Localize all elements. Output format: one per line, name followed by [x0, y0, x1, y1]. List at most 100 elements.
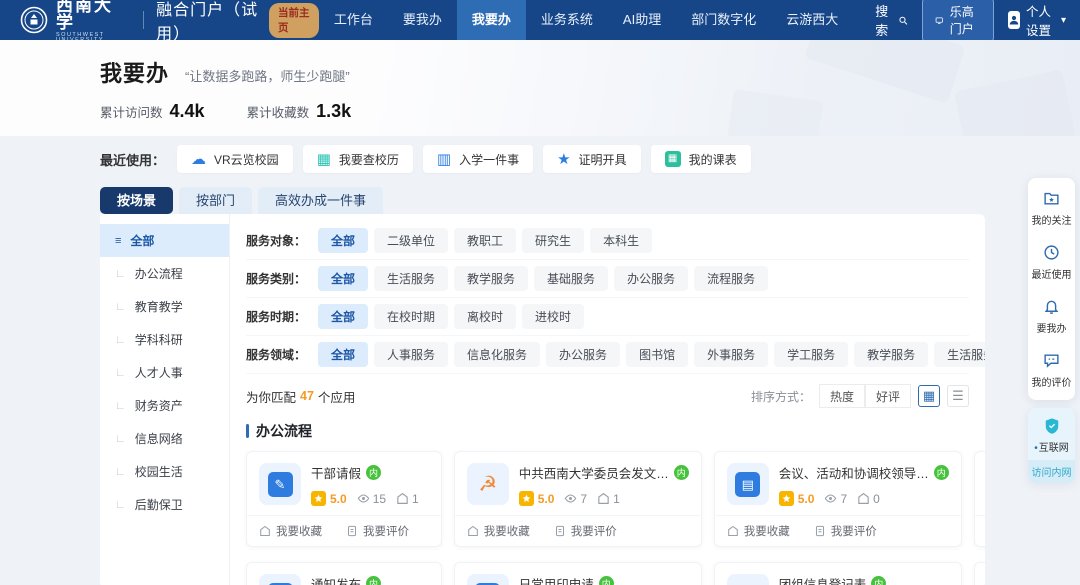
app-icon-tile: ☭	[467, 463, 509, 505]
nav-item[interactable]: 我要办	[457, 0, 526, 40]
nav-item[interactable]: 要我办	[388, 0, 457, 40]
stat-value: 1.3k	[316, 101, 351, 122]
category-item[interactable]: 办公流程	[100, 257, 229, 290]
shield-icon	[1043, 417, 1061, 435]
filter-chip[interactable]: 信息化服务	[454, 342, 540, 367]
filter-chip[interactable]: 生活服务	[374, 266, 448, 291]
nav-item[interactable]: AI助理	[608, 0, 676, 40]
app-card[interactable]: ♟ 团组信息登记表 内 5.0 6 0	[714, 562, 962, 585]
nav-item[interactable]: 业务系统	[526, 0, 608, 40]
search-icon	[898, 13, 908, 28]
category-icon	[115, 400, 126, 412]
floating-sidebar: 我的关注 最近使用 要我办 我的评价 •互联网 访问内网	[1028, 178, 1075, 483]
category-icon	[115, 466, 126, 478]
filter-chip[interactable]: 二级单位	[374, 228, 448, 253]
filter-chip[interactable]: 学工服务	[774, 342, 848, 367]
category-label: 学科科研	[135, 331, 183, 348]
search-button[interactable]: 搜索	[875, 1, 908, 39]
category-item[interactable]: 后勤保卫	[100, 488, 229, 521]
filter-chip[interactable]: 基础服务	[534, 266, 608, 291]
favorite-count: 1	[613, 492, 620, 506]
sort-option[interactable]: 好评	[865, 384, 911, 408]
review-button[interactable]: 我要评价	[814, 523, 877, 539]
app-card[interactable]: ▤ 会议、活动和协调校领导… 内 5.0 7 0	[714, 451, 962, 547]
grid-view-button[interactable]: ▦	[918, 385, 940, 407]
lego-portal-button[interactable]: 乐高门户	[922, 0, 994, 42]
category-item[interactable]: 校园生活	[100, 455, 229, 488]
filter-chip[interactable]: 教职工	[454, 228, 516, 253]
filter-chip[interactable]: 离校时	[454, 304, 516, 329]
filter-chip[interactable]: 人事服务	[374, 342, 448, 367]
main-column: 服务对象： 全部 二级单位 教职工 研究生 本科生 服务类别： 全部 生活服务 …	[230, 214, 985, 585]
app-card[interactable]: ✎ 签报拟稿 内 5.0 6 0	[974, 562, 985, 585]
app-card[interactable]: ☭ 中共西南大学委员会发文… 内 5.0 7 1	[454, 451, 702, 547]
filter-chip[interactable]: 外事服务	[694, 342, 768, 367]
filter-chip[interactable]: 全部	[318, 228, 368, 253]
personal-settings-menu[interactable]: 个人设置 ▾	[1008, 1, 1066, 39]
access-intranet-button[interactable]: 访问内网	[1028, 460, 1075, 483]
float-bar-label: 最近使用	[1032, 266, 1072, 281]
app-icon-tile: ✎	[259, 463, 301, 505]
filter-chip[interactable]: 教学服务	[854, 342, 928, 367]
float-bar-label: 要我办	[1037, 320, 1067, 335]
nav-item[interactable]: 部门数字化	[676, 0, 771, 40]
category-item[interactable]: 人才人事	[100, 356, 229, 389]
tab[interactable]: 按场景	[100, 187, 173, 214]
review-button[interactable]: 我要评价	[346, 523, 409, 539]
collect-icon	[597, 492, 610, 505]
eye-icon	[357, 492, 370, 505]
filter-chip[interactable]: 图书馆	[626, 342, 688, 367]
float-bar-item[interactable]: 我的关注	[1028, 181, 1075, 235]
float-bar-item[interactable]: 最近使用	[1028, 235, 1075, 289]
recent-app-chip[interactable]: ▦ 我要查校历	[303, 145, 413, 173]
category-label: 全部	[130, 232, 154, 249]
filter-chip[interactable]: 全部	[318, 304, 368, 329]
doc-icon	[554, 525, 566, 537]
category-item[interactable]: 全部	[100, 224, 229, 257]
filter-chip[interactable]: 在校时期	[374, 304, 448, 329]
tab[interactable]: 高效办成一件事	[258, 187, 383, 214]
recent-app-chip[interactable]: ★ 证明开具	[543, 145, 640, 173]
filter-chip[interactable]: 本科生	[590, 228, 652, 253]
recent-app-chip[interactable]: ▦ 我的课表	[651, 145, 751, 173]
recent-app-chip[interactable]: ☁ VR云览校园	[177, 145, 293, 173]
filter-chip[interactable]: 研究生	[522, 228, 584, 253]
content-panel: 全部 办公流程 教育教学 学科科研 人才人事	[100, 214, 985, 585]
filter-chip[interactable]: 办公服务	[546, 342, 620, 367]
match-prefix: 为你匹配	[246, 387, 296, 406]
folder-star-icon	[1043, 190, 1060, 207]
recent-app-chip[interactable]: ▥ 入学一件事	[423, 145, 533, 173]
nav-item[interactable]: 工作台	[319, 0, 388, 40]
category-item[interactable]: 信息网络	[100, 422, 229, 455]
filter-chip[interactable]: 全部	[318, 266, 368, 291]
filter-chip[interactable]: 全部	[318, 342, 368, 367]
float-bar-item[interactable]: 要我办	[1028, 289, 1075, 343]
review-button[interactable]: 我要评价	[554, 523, 617, 539]
star-icon	[311, 491, 326, 506]
filter-chip[interactable]: 进校时	[522, 304, 584, 329]
filter-row-service-domain: 服务领域： 全部 人事服务 信息化服务 办公服务 图书馆 外事服务 学工服务 教…	[246, 336, 969, 374]
app-card[interactable]: ❐ 西南大学发文申请 内 5.0 5 0	[974, 451, 985, 547]
float-bar-item[interactable]: 我的评价	[1028, 343, 1075, 397]
favorite-button[interactable]: 我要收藏	[467, 523, 530, 539]
filter-chip[interactable]: 教学服务	[454, 266, 528, 291]
category-item[interactable]: 学科科研	[100, 323, 229, 356]
category-item[interactable]: 教育教学	[100, 290, 229, 323]
sort-option[interactable]: 热度	[819, 384, 865, 408]
favorite-button[interactable]: 我要收藏	[727, 523, 790, 539]
category-item[interactable]: 财务资产	[100, 389, 229, 422]
app-card[interactable]: ✎ 干部请假 内 5.0 15 1	[246, 451, 442, 547]
filter-chip[interactable]: 流程服务	[694, 266, 768, 291]
nav-item[interactable]: 云游西大	[771, 0, 853, 40]
network-switch[interactable]: •互联网 访问内网	[1028, 408, 1075, 483]
list-view-button[interactable]: ☰	[947, 385, 969, 407]
filter-chip[interactable]: 办公服务	[614, 266, 688, 291]
tab[interactable]: 按部门	[179, 187, 252, 214]
hero-banner: 我要办 “让数据多跑路，师生少跑腿” 累计访问数 4.4k 累计收藏数 1.3k	[0, 40, 1080, 136]
app-icon-tile: ✉	[259, 574, 301, 585]
filter-chip[interactable]: 生活服务	[934, 342, 985, 367]
favorite-button[interactable]: 我要收藏	[259, 523, 322, 539]
app-card[interactable]: ✉ 通知发布 内 5.0 10 0	[246, 562, 442, 585]
app-card[interactable]: ⊥ 日常用印申请 内 5.0 7 0	[454, 562, 702, 585]
recently-used-label: 最近使用：	[100, 150, 165, 169]
